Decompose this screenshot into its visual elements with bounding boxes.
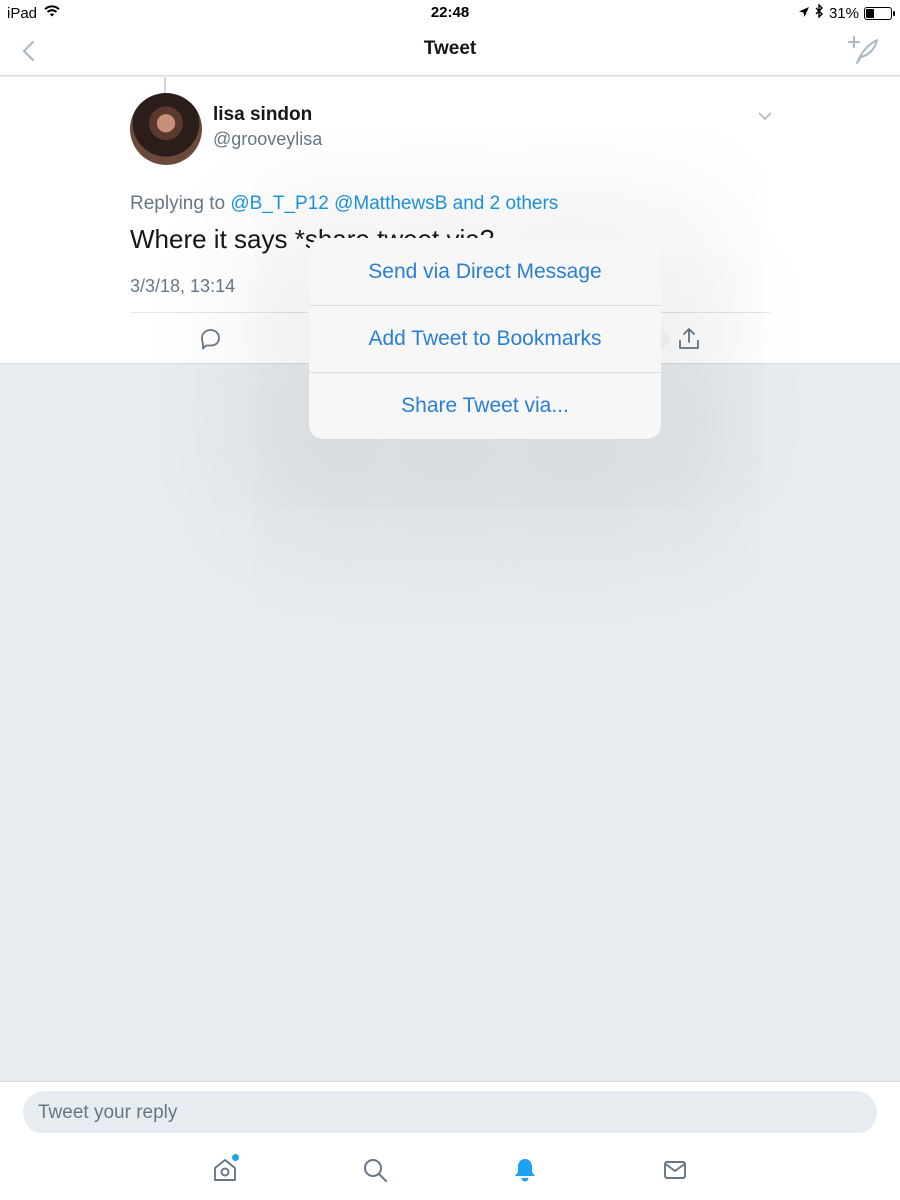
messages-mail-icon — [664, 1161, 686, 1179]
compose-tweet-icon — [848, 36, 878, 64]
reply-input[interactable] — [23, 1091, 877, 1134]
tweet-timestamp: 3/3/18, 13:14 — [130, 276, 236, 296]
share-button[interactable] — [676, 326, 702, 352]
tab-messages[interactable] — [660, 1155, 690, 1185]
share-menu-popover: Send via Direct Message Add Tweet to Boo… — [309, 238, 661, 439]
search-icon — [364, 1159, 387, 1182]
navigation-bar: Tweet — [0, 26, 900, 76]
chevron-down-icon — [758, 112, 772, 121]
replying-to-label: Replying to — [130, 193, 226, 214]
tab-home[interactable] — [210, 1154, 240, 1185]
home-new-content-badge — [232, 1154, 239, 1161]
replying-to-line: Replying to @B_T_P12 @MatthewsB and 2 ot… — [130, 193, 558, 215]
status-time: 22:48 — [430, 4, 470, 21]
share-tweet-via-button[interactable]: Share Tweet via... — [309, 372, 661, 439]
battery-level — [866, 8, 875, 18]
send-via-direct-message-button[interactable]: Send via Direct Message — [309, 238, 661, 305]
user-handle[interactable]: @grooveylisa — [213, 129, 322, 150]
avatar[interactable] — [130, 93, 202, 165]
tab-search[interactable] — [360, 1155, 390, 1185]
reply-button[interactable] — [197, 326, 223, 352]
reply-icon — [201, 329, 220, 350]
notifications-bell-icon — [515, 1159, 535, 1182]
tweet-options-button[interactable] — [756, 107, 774, 125]
battery-percent: 31% — [828, 4, 859, 22]
bluetooth-icon — [815, 3, 824, 22]
user-name[interactable]: lisa sindon — [213, 104, 312, 126]
compose-tweet-button[interactable] — [844, 32, 882, 70]
status-bar: iPad 22:48 31% — [0, 0, 900, 26]
tab-bar — [0, 1133, 900, 1200]
location-icon — [798, 5, 810, 22]
page-title: Tweet — [423, 38, 477, 59]
reply-composer-bar — [0, 1081, 900, 1134]
add-to-bookmarks-button[interactable]: Add Tweet to Bookmarks — [309, 305, 661, 372]
reply-mentions-link[interactable]: @B_T_P12 @MatthewsB and 2 others — [230, 193, 558, 214]
tab-notifications[interactable] — [510, 1155, 540, 1185]
battery-icon — [864, 6, 895, 20]
status-right: 31% — [798, 3, 895, 22]
thread-connector-line — [164, 77, 166, 93]
share-icon — [679, 328, 699, 349]
